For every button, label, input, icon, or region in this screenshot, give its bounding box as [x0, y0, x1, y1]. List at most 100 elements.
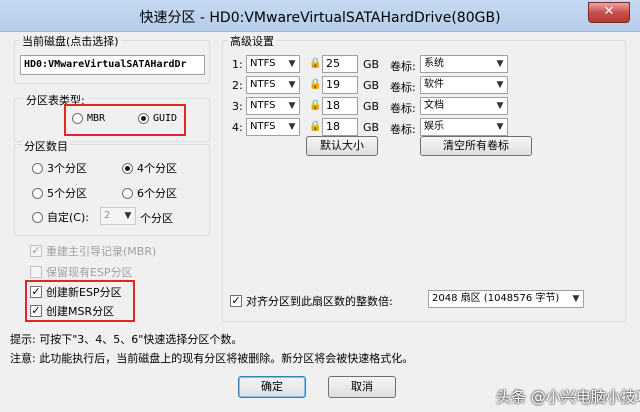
- row-3-index: 3:: [232, 100, 243, 113]
- chevron-down-icon: ▼: [496, 80, 504, 90]
- row-1-size-unit: GB: [363, 58, 380, 71]
- custom-count-value: 2: [104, 210, 111, 221]
- checkbox-indicator: ✓: [30, 304, 42, 317]
- checkbox-indicator: ✓: [30, 285, 42, 298]
- row-4-size-input[interactable]: 18: [322, 118, 358, 136]
- checkbox-label: 创建MSR分区: [46, 305, 115, 318]
- radio-6-partitions[interactable]: 6个分区: [122, 185, 177, 201]
- align-value: 2048 扇区 (1048576 字节): [432, 293, 560, 304]
- radio-guid-indicator: [138, 113, 149, 124]
- checkbox-label: 创建新ESP分区: [46, 286, 122, 299]
- chevron-down-icon: ▼: [288, 122, 296, 132]
- hint-note: 注意: 此功能执行后，当前磁盘上的现有分区将被删除。新分区将会被快速格式化。: [10, 352, 414, 365]
- ok-button[interactable]: 确定: [238, 376, 306, 398]
- radio-5-partitions[interactable]: 5个分区: [32, 185, 87, 201]
- custom-count-suffix: 个分区: [140, 212, 173, 225]
- row-2-volume-caption: 卷标:: [390, 81, 416, 94]
- checkbox-create-msr[interactable]: ✓ 创建MSR分区: [30, 303, 114, 319]
- checkbox-indicator: [30, 266, 42, 278]
- checkbox-indicator: ✓: [30, 244, 42, 257]
- radio-indicator: [32, 211, 43, 223]
- row-4-size-unit: GB: [363, 121, 380, 134]
- checkbox-align[interactable]: ✓ 对齐分区到此扇区数的整数倍:: [230, 293, 393, 309]
- chevron-down-icon: ▼: [496, 122, 504, 132]
- chevron-down-icon: ▼: [288, 80, 296, 90]
- radio-3-partitions[interactable]: 3个分区: [32, 160, 87, 176]
- row-1-fs-value: NTFS: [250, 58, 276, 69]
- row-3-volume-select[interactable]: 文档 ▼: [420, 97, 508, 115]
- row-3-fs-select[interactable]: NTFS ▼: [246, 97, 300, 115]
- radio-mbr-indicator: [72, 113, 83, 124]
- window-title: 快速分区 - HD0:VMwareVirtualSATAHardDrive(80…: [139, 10, 501, 26]
- checkbox-label: 对齐分区到此扇区数的整数倍:: [246, 295, 393, 308]
- custom-count-select[interactable]: 2 ▼: [100, 207, 136, 225]
- checkbox-label: 保留现有ESP分区: [46, 266, 133, 279]
- current-disk-label: 当前磁盘(点击选择): [20, 33, 121, 49]
- checkbox-label: 重建主引导记录(MBR): [46, 245, 157, 258]
- lock-icon[interactable]: 🔒: [309, 57, 321, 70]
- hint-tip: 提示: 可按下"3、4、5、6"快速选择分区个数。: [10, 333, 243, 346]
- radio-label: 3个分区: [47, 162, 87, 175]
- row-1-volume-select[interactable]: 系统 ▼: [420, 55, 508, 73]
- checkbox-rebuild-mbr[interactable]: ✓ 重建主引导记录(MBR): [30, 243, 156, 259]
- quick-partition-dialog: 快速分区 - HD0:VMwareVirtualSATAHardDrive(80…: [0, 0, 640, 412]
- row-1-size-input[interactable]: 25: [322, 55, 358, 73]
- chevron-down-icon: ▼: [124, 211, 132, 221]
- row-2-volume-value: 软件: [424, 79, 444, 90]
- advanced-settings-label: 高级设置: [228, 33, 276, 49]
- row-4-fs-value: NTFS: [250, 121, 276, 132]
- row-2-volume-select[interactable]: 软件 ▼: [420, 76, 508, 94]
- radio-indicator: [32, 187, 43, 199]
- radio-indicator: [32, 162, 43, 174]
- row-2-fs-select[interactable]: NTFS ▼: [246, 76, 300, 94]
- cancel-button[interactable]: 取消: [328, 376, 396, 398]
- chevron-down-icon: ▼: [288, 59, 296, 69]
- chevron-down-icon: ▼: [496, 101, 504, 111]
- row-3-volume-caption: 卷标:: [390, 102, 416, 115]
- current-disk-field[interactable]: HD0:VMwareVirtualSATAHardDr: [20, 55, 205, 75]
- radio-label: 5个分区: [47, 187, 87, 200]
- radio-4-partitions[interactable]: 4个分区: [122, 160, 177, 176]
- lock-icon[interactable]: 🔒: [309, 99, 321, 112]
- partition-count-label: 分区数目: [22, 138, 70, 154]
- chevron-down-icon: ▼: [572, 294, 580, 304]
- close-button[interactable]: ✕: [588, 2, 630, 23]
- row-3-volume-value: 文档: [424, 100, 444, 111]
- align-select[interactable]: 2048 扇区 (1048576 字节) ▼: [428, 290, 584, 308]
- radio-label: 4个分区: [137, 162, 177, 175]
- radio-indicator: [122, 187, 133, 199]
- lock-icon[interactable]: 🔒: [309, 78, 321, 91]
- row-2-size-input[interactable]: 19: [322, 76, 358, 94]
- radio-guid[interactable]: GUID: [138, 113, 177, 124]
- checkbox-indicator: ✓: [230, 294, 242, 307]
- checkbox-keep-esp[interactable]: 保留现有ESP分区: [30, 264, 133, 280]
- clear-labels-button[interactable]: 清空所有卷标: [420, 136, 532, 156]
- row-2-size-unit: GB: [363, 79, 380, 92]
- row-3-size-unit: GB: [363, 100, 380, 113]
- radio-custom[interactable]: 自定(C):: [32, 209, 89, 225]
- chevron-down-icon: ▼: [288, 101, 296, 111]
- radio-guid-label: GUID: [153, 113, 178, 124]
- row-4-fs-select[interactable]: NTFS ▼: [246, 118, 300, 136]
- radio-label: 6个分区: [137, 187, 177, 200]
- radio-indicator: [122, 162, 133, 174]
- lock-icon[interactable]: 🔒: [309, 120, 321, 133]
- row-1-volume-caption: 卷标:: [390, 60, 416, 73]
- row-4-volume-value: 娱乐: [424, 121, 444, 132]
- checkbox-create-esp[interactable]: ✓ 创建新ESP分区: [30, 284, 122, 300]
- row-1-index: 1:: [232, 58, 243, 71]
- row-3-size-input[interactable]: 18: [322, 97, 358, 115]
- row-4-volume-caption: 卷标:: [390, 123, 416, 136]
- radio-mbr-label: MBR: [87, 113, 106, 124]
- radio-custom-label: 自定(C):: [47, 211, 89, 224]
- row-2-fs-value: NTFS: [250, 79, 276, 90]
- row-2-index: 2:: [232, 79, 243, 92]
- chevron-down-icon: ▼: [496, 59, 504, 69]
- row-3-fs-value: NTFS: [250, 100, 276, 111]
- title-bar[interactable]: 快速分区 - HD0:VMwareVirtualSATAHardDrive(80…: [0, 0, 640, 32]
- radio-mbr[interactable]: MBR: [72, 113, 105, 124]
- default-size-button[interactable]: 默认大小: [306, 136, 378, 156]
- row-1-fs-select[interactable]: NTFS ▼: [246, 55, 300, 73]
- watermark-text: 头条 @小兴电脑小技巧: [496, 388, 640, 406]
- row-4-volume-select[interactable]: 娱乐 ▼: [420, 118, 508, 136]
